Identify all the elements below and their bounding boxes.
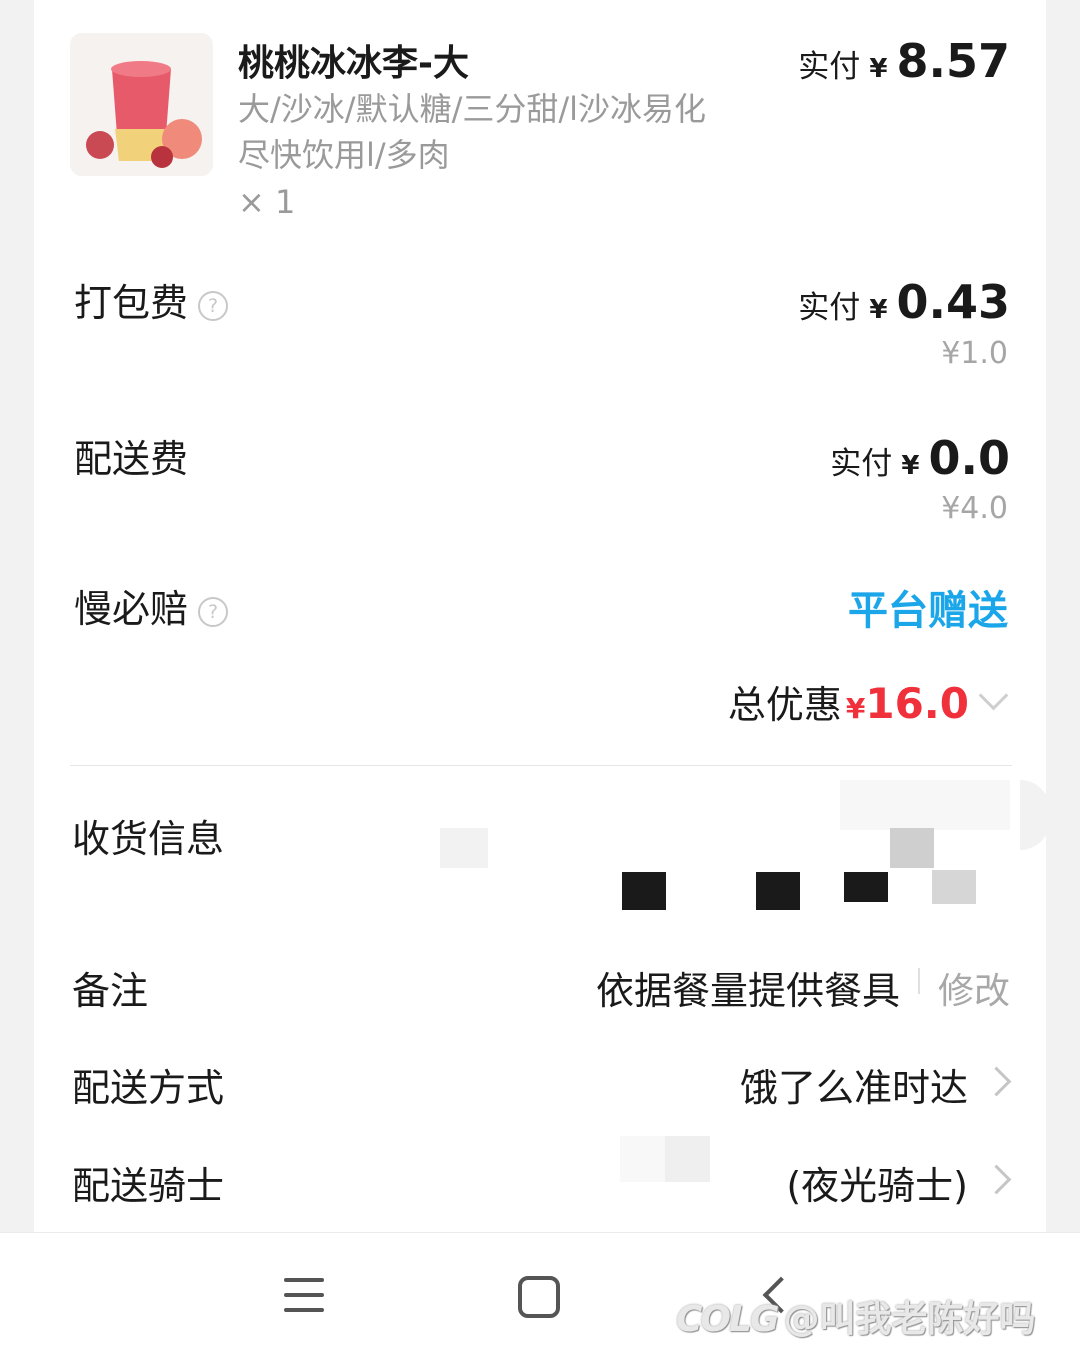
product-image[interactable] <box>70 33 213 176</box>
delivery-method-label: 配送方式 <box>72 1066 225 1110</box>
platform-gift-text: 平台赠送 <box>848 588 1008 634</box>
rider-value[interactable]: (夜光骑士) <box>786 1155 968 1210</box>
delivery-fee-label: 配送费 <box>74 437 189 481</box>
currency-symbol: ¥ <box>869 54 888 84</box>
product-spec: 大/沙冰/默认糖/三分甜/l沙冰易化尽快饮用l/多肉 <box>238 90 707 174</box>
rider-label: 配送骑士 <box>72 1164 225 1208</box>
watermark: COLG @叫我老陈好吗 <box>676 1290 1036 1342</box>
packing-fee-paid: 实付 ¥ 0.43 <box>798 275 1010 329</box>
total-discount-label: 总优惠 <box>727 683 842 727</box>
paid-label: 实付 <box>798 49 861 85</box>
watermark-handle: @叫我老陈好吗 <box>783 1299 1036 1340</box>
delivery-fee-original: ¥4.0 <box>941 491 1008 526</box>
late-guarantee-row: 慢必赔? <box>74 578 229 633</box>
note-edit-button[interactable]: 修改 <box>938 962 1010 1014</box>
question-circle-icon[interactable]: ? <box>198 597 229 627</box>
home-nav-icon[interactable] <box>518 1276 560 1318</box>
packing-fee-amount: 0.43 <box>896 275 1011 329</box>
note-label: 备注 <box>72 969 149 1013</box>
separator <box>918 968 920 994</box>
redacted-rider-name <box>620 1136 710 1182</box>
menu-nav-icon[interactable] <box>284 1278 324 1316</box>
packing-fee-row: 打包费? <box>74 272 229 327</box>
chevron-down-icon[interactable] <box>978 680 1009 711</box>
redacted-receiver-info[interactable] <box>440 780 1050 920</box>
currency-symbol: ¥ <box>845 692 866 725</box>
divider <box>70 765 1012 766</box>
product-name: 桃桃冰冰李-大 <box>238 43 469 84</box>
total-discount[interactable]: 总优惠 ¥16.0 <box>727 674 1009 729</box>
paid-amount: 8.57 <box>896 34 1011 88</box>
packing-fee-original: ¥1.0 <box>941 336 1008 371</box>
late-guarantee-label: 慢必赔 <box>74 587 189 631</box>
question-circle-icon[interactable]: ? <box>198 291 229 321</box>
delivery-method-value[interactable]: 饿了么准时达 <box>740 1057 968 1112</box>
packing-fee-label: 打包费 <box>74 281 189 325</box>
delivery-fee-paid: 实付 ¥ 0.0 <box>830 431 1010 485</box>
currency-symbol: ¥ <box>901 451 920 481</box>
delivery-fee-amount: 0.0 <box>928 431 1011 485</box>
total-discount-amount: 16.0 <box>865 679 969 728</box>
watermark-logo: COLG <box>676 1299 780 1340</box>
product-quantity: × 1 <box>238 183 296 221</box>
paid-label: 实付 <box>830 446 893 482</box>
product-paid-price: 实付 ¥ 8.57 <box>798 34 1010 88</box>
currency-symbol: ¥ <box>869 295 888 325</box>
receiver-info-label: 收货信息 <box>72 817 225 861</box>
note-value: 依据餐量提供餐具 <box>595 969 900 1013</box>
paid-label: 实付 <box>798 290 861 326</box>
